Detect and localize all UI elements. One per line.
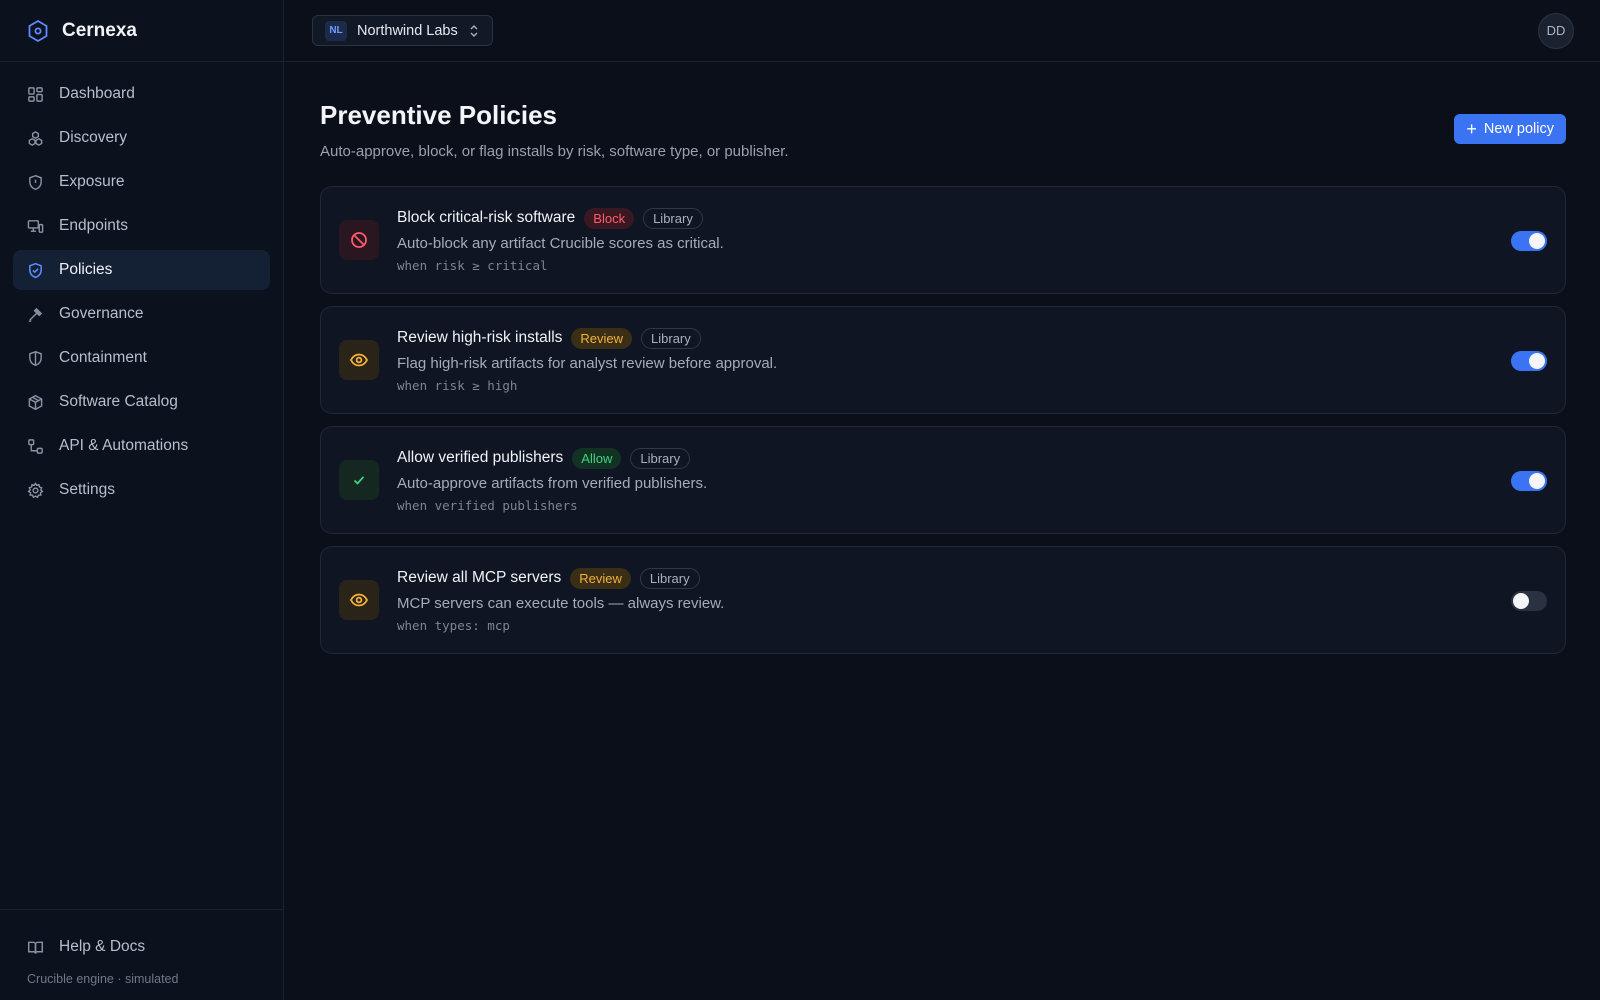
sidebar-item-dashboard[interactable]: Dashboard [13,74,270,114]
sidebar-item-discovery[interactable]: Discovery [13,118,270,158]
sidebar-item-label: Endpoints [59,217,128,234]
page-subtitle: Auto-approve, block, or flag installs by… [320,143,789,160]
policy-toggle[interactable] [1511,471,1547,491]
page-header: Preventive Policies Auto-approve, block,… [320,100,1566,160]
source-badge: Library [639,567,700,589]
sidebar-item-label: Policies [59,261,113,278]
source-badge: Library [641,327,701,349]
policy-condition: when risk ≥ critical [397,257,548,273]
app-root: Cernexa Dashboard Discovery Exposure End… [0,0,1600,1000]
chevron-up-down-icon [470,24,478,37]
policy-icon-box [339,220,379,260]
sidebar-item-label: Settings [59,481,116,498]
main-area: NL Northwind Labs DD Preventive Policies… [284,0,1600,1000]
new-policy-label: New policy [1483,121,1554,137]
policy-icon-box [339,460,379,500]
sidebar-footer: Help & Docs Crucible engine · simulated [0,909,283,1000]
toggle-knob [1529,233,1545,249]
shield-check-icon [29,262,42,278]
engine-status: Crucible engine · simulated [27,972,179,986]
toggle-knob [1513,593,1529,609]
policy-list: Block critical-risk software Block Libra… [320,186,1566,654]
sidebar-item-settings[interactable]: Settings [13,470,270,510]
org-badge: NL [325,20,347,41]
policy-icon-box [339,340,379,380]
policy-title: Review high-risk installs [397,329,563,346]
policy-description: Auto-approve artifacts from verified pub… [397,474,708,492]
help-docs-link[interactable]: Help & Docs [0,930,283,964]
policy-card-review-mcp[interactable]: Review all MCP servers Review Library MC… [320,546,1566,654]
monitor-icon [27,219,44,233]
action-badge: Block [584,207,635,229]
org-switcher[interactable]: NL Northwind Labs [312,15,493,46]
policy-icon-box [339,580,379,620]
plus-icon: + [1466,119,1477,139]
workflow-icon [28,438,43,454]
org-name: Northwind Labs [357,22,458,39]
ban-icon [351,232,367,248]
action-badge: Review [571,327,633,349]
sidebar-item-label: Governance [59,305,144,322]
grid-icon [28,86,43,102]
policy-title: Review all MCP servers [397,569,562,586]
policy-condition: when types: mcp [397,617,510,633]
gavel-icon [28,307,43,322]
sidebar-item-exposure[interactable]: Exposure [13,162,270,202]
policy-title: Block critical-risk software [397,209,576,226]
sidebar-item-label: API & Automations [59,437,189,454]
sidebar: Cernexa Dashboard Discovery Exposure End… [0,0,284,1000]
policy-title: Allow verified publishers [397,449,564,466]
gear-icon [27,481,44,498]
policy-card-review-high[interactable]: Review high-risk installs Review Library… [320,306,1566,414]
sidebar-item-api-automations[interactable]: API & Automations [13,426,270,466]
sidebar-item-policies[interactable]: Policies [13,250,270,290]
check-icon [353,476,365,485]
shield-half-icon [29,350,42,366]
sidebar-item-label: Software Catalog [59,393,178,410]
sidebar-item-endpoints[interactable]: Endpoints [13,206,270,246]
policies-content: Preventive Policies Auto-approve, block,… [284,62,1600,654]
source-badge: Library [630,447,691,469]
policy-condition: when risk ≥ high [397,377,518,393]
brand-name: Cernexa [62,19,137,41]
policy-description: Auto-block any artifact Crucible scores … [397,234,724,252]
sidebar-item-software-catalog[interactable]: Software Catalog [13,382,270,422]
eye-icon [349,353,369,367]
hexagon-logo-icon [28,19,48,42]
cubes-icon [28,130,43,146]
action-badge: Review [570,567,631,589]
source-badge: Library [643,207,703,229]
topbar: NL Northwind Labs DD [284,0,1600,62]
new-policy-button[interactable]: + New policy [1454,114,1566,144]
toggle-knob [1529,473,1545,489]
sidebar-item-label: Exposure [59,173,125,190]
policy-toggle[interactable] [1511,591,1547,611]
brand[interactable]: Cernexa [0,0,283,62]
sidebar-item-label: Dashboard [59,85,135,102]
sidebar-item-governance[interactable]: Governance [13,294,270,334]
sidebar-nav: Dashboard Discovery Exposure Endpoints P… [0,62,283,522]
sidebar-item-label: Discovery [59,129,128,146]
policy-description: Flag high-risk artifacts for analyst rev… [397,354,778,372]
page-title: Preventive Policies [320,100,558,130]
sidebar-item-label: Containment [59,349,147,366]
policy-toggle[interactable] [1511,351,1547,371]
policy-condition: when verified publishers [397,497,578,513]
shield-alert-icon [29,174,42,190]
policy-toggle[interactable] [1511,231,1547,251]
help-docs-label: Help & Docs [59,938,146,955]
toggle-knob [1529,353,1545,369]
package-icon [28,394,43,410]
eye-icon [349,593,369,607]
policy-description: MCP servers can execute tools — always r… [397,594,725,612]
sidebar-item-containment[interactable]: Containment [13,338,270,378]
policy-card-allow-verified[interactable]: Allow verified publishers Allow Library … [320,426,1566,534]
policy-card-block-critical[interactable]: Block critical-risk software Block Libra… [320,186,1566,294]
avatar[interactable]: DD [1538,12,1574,49]
action-badge: Allow [572,447,622,469]
book-open-icon [27,941,44,954]
